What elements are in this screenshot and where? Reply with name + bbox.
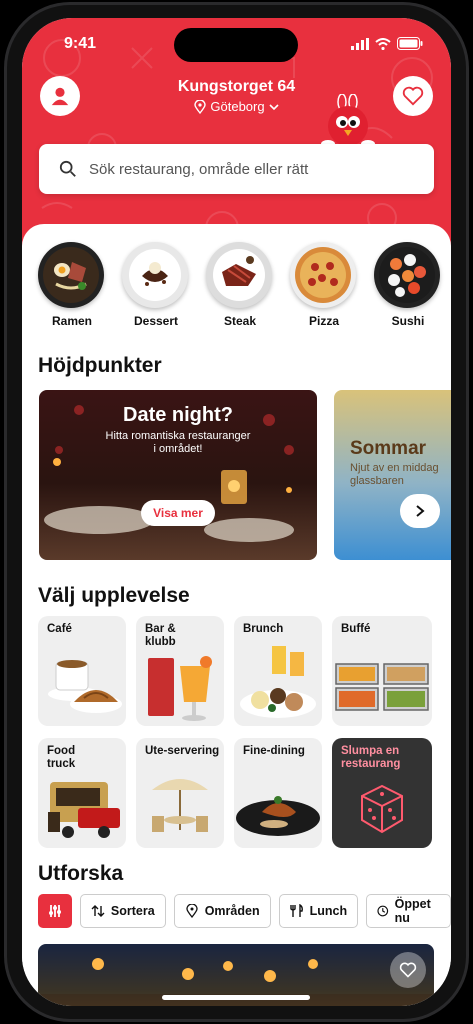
- wifi-icon: [375, 37, 391, 50]
- experience-label: Bar & klubb: [145, 623, 176, 648]
- experience-label: Fine-dining: [243, 745, 305, 757]
- location-pin-icon: [186, 904, 198, 918]
- random-restaurant-card[interactable]: Slumpa en restaurang: [332, 738, 432, 848]
- status-time: 9:41: [64, 35, 97, 52]
- location-pin-icon: [194, 99, 207, 114]
- category-dessert[interactable]: Dessert: [122, 242, 190, 328]
- dessert-image: [122, 242, 188, 308]
- card-subtitle: Hitta romantiska restauranger i området!: [105, 430, 251, 455]
- open-now-chip[interactable]: Öppet nu: [366, 894, 451, 928]
- date-night-card[interactable]: Date night? Hitta romantiska restaurange…: [39, 390, 317, 560]
- lunch-chip[interactable]: Lunch: [278, 894, 359, 928]
- pizza-image: [290, 242, 356, 308]
- favorites-button[interactable]: [393, 76, 433, 116]
- clock-icon: [377, 905, 389, 917]
- chevron-right-icon: [416, 505, 425, 517]
- experience-label: Buffé: [341, 623, 371, 635]
- experience-food-truck[interactable]: Food truck: [38, 738, 126, 848]
- sort-icon: [91, 905, 105, 917]
- save-favorite-button[interactable]: [390, 952, 426, 988]
- category-label: Dessert: [133, 314, 179, 328]
- sliders-icon: [48, 905, 61, 917]
- category-label: Pizza: [308, 314, 339, 328]
- heart-icon: [399, 962, 417, 978]
- experience-label: Slumpa en restaurang: [341, 745, 401, 770]
- delivery-address[interactable]: Kungstorget 64 Göteborg: [22, 78, 451, 114]
- battery-icon: [397, 37, 423, 50]
- address-city[interactable]: Göteborg: [22, 99, 451, 114]
- card-title: Date night?: [123, 404, 233, 426]
- dynamic-island: [174, 28, 298, 62]
- bird-mascot-icon: [321, 94, 375, 148]
- content-sheet: Ramen Dessert Steak Pizza Sushi Höjdpunk…: [22, 224, 451, 1006]
- summer-card[interactable]: Sommar Njut av en middag glassbaren: [334, 390, 451, 560]
- category-ramen[interactable]: Ramen: [38, 242, 106, 328]
- experience-brunch[interactable]: Brunch: [234, 616, 322, 726]
- sort-chip[interactable]: Sortera: [79, 894, 166, 928]
- show-more-button[interactable]: Visa mer: [141, 500, 215, 526]
- experience-bar-club[interactable]: Bar & klubb: [136, 616, 224, 726]
- home-indicator[interactable]: [162, 995, 310, 1000]
- experience-label: Food truck: [47, 745, 76, 770]
- header-banner: 9:41 Kungstorget 64 Göteborg: [22, 18, 451, 258]
- areas-chip[interactable]: Områden: [173, 894, 271, 928]
- next-button[interactable]: [400, 494, 440, 528]
- signal-icon: [351, 37, 369, 50]
- card-title: Sommar: [350, 438, 427, 459]
- experience-heading: Välj upplevelse: [38, 584, 190, 607]
- highlights-heading: Höjdpunkter: [38, 354, 162, 377]
- search-bar[interactable]: [39, 144, 434, 194]
- search-input[interactable]: [87, 159, 411, 179]
- experience-fine-dining[interactable]: Fine-dining: [234, 738, 322, 848]
- category-row: Ramen Dessert Steak Pizza Sushi: [38, 242, 442, 328]
- experience-label: Brunch: [243, 623, 284, 635]
- chip-label: Lunch: [309, 904, 348, 918]
- category-pizza[interactable]: Pizza: [290, 242, 358, 328]
- steak-image: [206, 242, 272, 308]
- chip-label: Områden: [204, 904, 260, 918]
- experience-cafe[interactable]: Café: [38, 616, 126, 726]
- chip-label: Öppet nu: [394, 897, 431, 925]
- category-label: Sushi: [391, 314, 425, 328]
- city-label: Göteborg: [210, 99, 265, 114]
- chip-label: Sortera: [110, 904, 155, 918]
- category-label: Steak: [223, 314, 257, 328]
- date-night-text: Date night? Hitta romantiska restaurange…: [39, 404, 317, 456]
- chevron-down-icon: [269, 103, 279, 110]
- cutlery-icon: [289, 904, 303, 917]
- filter-button[interactable]: [38, 894, 72, 928]
- experience-label: Café: [47, 623, 72, 635]
- address-street: Kungstorget 64: [177, 78, 296, 95]
- category-sushi[interactable]: Sushi: [374, 242, 442, 328]
- experience-buffet[interactable]: Buffé: [332, 616, 432, 726]
- category-label: Ramen: [51, 314, 92, 328]
- heart-icon: [402, 86, 424, 106]
- filter-chips: Sortera Områden Lunch Öppet nu: [38, 894, 451, 928]
- app-screen: 9:41 Kungstorget 64 Göteborg Sök restaur…: [22, 18, 451, 1006]
- ramen-image: [38, 242, 104, 308]
- category-steak[interactable]: Steak: [206, 242, 274, 328]
- sushi-image: [374, 242, 440, 308]
- experience-outdoor-seating[interactable]: Ute-servering: [136, 738, 224, 848]
- status-icons: [351, 37, 423, 50]
- search-icon: [59, 160, 76, 177]
- card-subtitle: Njut av en middag glassbaren: [350, 462, 439, 487]
- explore-heading: Utforska: [38, 862, 124, 885]
- experience-label: Ute-servering: [145, 745, 220, 757]
